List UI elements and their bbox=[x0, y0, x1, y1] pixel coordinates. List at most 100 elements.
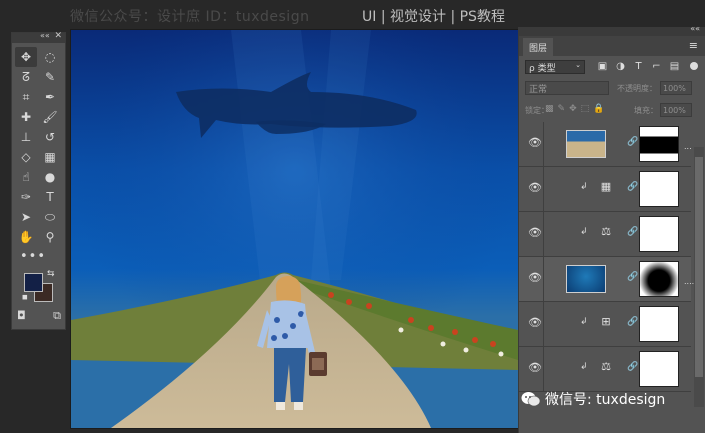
default-colors-icon[interactable]: ◼ bbox=[22, 293, 28, 301]
adjustment-layer-icon: ⚖ bbox=[601, 360, 611, 373]
clone-stamp-icon[interactable]: ⊥ bbox=[15, 127, 37, 147]
layer-mask-thumbnail[interactable] bbox=[639, 216, 679, 252]
layer-thumbnail bbox=[566, 265, 606, 293]
mask-link-icon[interactable]: 🔗 bbox=[627, 227, 638, 237]
layer-mask-thumbnail[interactable] bbox=[639, 261, 679, 297]
collapse-icon[interactable]: «« bbox=[40, 31, 50, 40]
clipping-mask-icon: ↲ bbox=[580, 182, 588, 192]
filter-icons: ▣ ◑ T ⌐ ▤ bbox=[597, 61, 680, 72]
layer-row[interactable]: 👁 ↲ ⚖ 🔗 bbox=[519, 347, 691, 392]
opacity-field[interactable]: 100% bbox=[660, 81, 692, 95]
layer-list: 👁 🔗... 👁 ↲ ▦ 🔗 👁 ↲ ⚖ 🔗 👁 🔗.... 👁 ↲ ⊞ 🔗 👁 ↲ ⚖ 🔗 bbox=[519, 122, 694, 422]
layer-name[interactable]: ... bbox=[684, 142, 692, 151]
layer-row[interactable]: 👁 🔗... bbox=[519, 122, 692, 167]
collapse-icon[interactable]: «« bbox=[690, 24, 700, 33]
visibility-eye-icon[interactable]: 👁 bbox=[528, 181, 542, 194]
visibility-eye-icon[interactable]: 👁 bbox=[528, 226, 542, 239]
fill-label: 填充： bbox=[634, 106, 658, 115]
lock-row: 锁定： ▩ ✎ ✥ ⬚ 🔒 填充： 100% bbox=[519, 100, 705, 122]
bottom-watermark-text: 微信号: tuxdesign bbox=[545, 392, 666, 408]
panel-menu-icon[interactable]: ≡ bbox=[689, 39, 698, 52]
close-icon[interactable]: ✕ bbox=[54, 31, 62, 41]
layers-scroll-thumb[interactable] bbox=[695, 157, 703, 377]
bottom-watermark: 微信号: tuxdesign bbox=[521, 389, 665, 409]
crop-icon[interactable]: ⌗ bbox=[15, 87, 37, 107]
layer-row[interactable]: 👁 ↲ ⊞ 🔗 bbox=[519, 302, 691, 347]
path-select-icon[interactable]: ➤ bbox=[15, 207, 37, 227]
layer-name[interactable]: .... bbox=[684, 277, 694, 286]
adjustment-layer-icon: ⚖ bbox=[601, 225, 611, 238]
layer-row[interactable]: 👁 ↲ ⚖ 🔗 bbox=[519, 212, 691, 257]
move-tool-icon[interactable]: ✥ bbox=[15, 47, 37, 67]
eye-divider bbox=[543, 347, 544, 391]
adjustment-filter-icon[interactable]: ◑ bbox=[615, 61, 626, 72]
blend-row: 正常 不透明度： 100% bbox=[519, 78, 705, 100]
lasso-icon[interactable]: ᘔ bbox=[15, 67, 37, 87]
layer-row[interactable]: 👁 ↲ ▦ 🔗 bbox=[519, 167, 691, 212]
elliptical-marquee-icon[interactable]: ◌ bbox=[39, 47, 61, 67]
layers-panel-topstrip: «« bbox=[519, 24, 705, 36]
opacity-label: 不透明度： bbox=[617, 84, 657, 93]
visibility-eye-icon[interactable]: 👁 bbox=[528, 136, 542, 149]
filter-toggle[interactable] bbox=[690, 62, 698, 70]
mask-link-icon[interactable]: 🔗 bbox=[627, 137, 638, 147]
visibility-eye-icon[interactable]: 👁 bbox=[528, 271, 542, 284]
gradient-icon[interactable]: ▦ bbox=[39, 147, 61, 167]
layer-mask-thumbnail[interactable] bbox=[639, 126, 679, 162]
lock-icons: ▩ ✎ ✥ ⬚ 🔒 bbox=[545, 104, 604, 114]
document-canvas[interactable] bbox=[70, 29, 519, 429]
eyedropper-icon[interactable]: ✒ bbox=[39, 87, 61, 107]
tool-bottom-row: ◘ ⧉ bbox=[17, 309, 61, 323]
layers-scrollbar[interactable] bbox=[694, 147, 704, 407]
filter-kind-select[interactable]: ρ 类型 ⌄ bbox=[525, 60, 585, 74]
lock-transparency-icon[interactable]: ▩ bbox=[545, 104, 554, 114]
shape-filter-icon[interactable]: ⌐ bbox=[651, 61, 662, 72]
more-tools-icon[interactable]: ••• bbox=[12, 247, 65, 264]
quick-mask-icon[interactable]: ◘ bbox=[17, 309, 26, 323]
history-brush-icon[interactable]: ↺ bbox=[39, 127, 61, 147]
mask-link-icon[interactable]: 🔗 bbox=[627, 272, 638, 282]
lock-pixels-icon[interactable]: ✎ bbox=[558, 104, 566, 114]
type-filter-icon[interactable]: T bbox=[633, 61, 644, 72]
eraser-icon[interactable]: ◇ bbox=[15, 147, 37, 167]
layer-mask-thumbnail[interactable] bbox=[639, 171, 679, 207]
dodge-icon[interactable]: ● bbox=[39, 167, 61, 187]
filter-row: ρ 类型 ⌄ ▣ ◑ T ⌐ ▤ bbox=[519, 56, 705, 78]
eye-divider bbox=[543, 257, 544, 301]
lock-position-icon[interactable]: ✥ bbox=[569, 104, 577, 114]
smart-object-filter-icon[interactable]: ▤ bbox=[669, 61, 680, 72]
zoom-icon[interactable]: ⚲ bbox=[39, 227, 61, 247]
layer-mask-thumbnail[interactable] bbox=[639, 351, 679, 387]
tab-layers[interactable]: 图层 bbox=[523, 38, 553, 56]
lock-artboard-icon[interactable]: ⬚ bbox=[581, 104, 590, 114]
visibility-eye-icon[interactable]: 👁 bbox=[528, 316, 542, 329]
mask-link-icon[interactable]: 🔗 bbox=[627, 362, 638, 372]
visibility-eye-icon[interactable]: 👁 bbox=[528, 361, 542, 374]
healing-brush-icon[interactable]: ✚ bbox=[15, 107, 37, 127]
layer-row[interactable]: 👁 🔗.... bbox=[519, 257, 694, 302]
fill-field[interactable]: 100% bbox=[660, 103, 692, 117]
canvas-image bbox=[71, 30, 518, 428]
foreground-color-swatch[interactable] bbox=[24, 273, 43, 292]
eye-divider bbox=[543, 122, 544, 166]
screen-mode-icon[interactable]: ⧉ bbox=[53, 309, 61, 323]
lock-all-icon[interactable]: 🔒 bbox=[593, 104, 604, 114]
mask-link-icon[interactable]: 🔗 bbox=[627, 182, 638, 192]
layers-footer bbox=[519, 407, 705, 433]
pixel-filter-icon[interactable]: ▣ bbox=[597, 61, 608, 72]
eye-divider bbox=[543, 167, 544, 211]
tools-panel: «« ✕ ✥ ◌ ᘔ ✎ ⌗ ✒ ✚ 🖌 ⊥ ↺ ◇ ▦ ☝ ● ✑ T ➤ ⬭ ✋ ⚲ ••• ⇆ ◼ ◘ ⧉ bbox=[11, 31, 66, 330]
hand-icon[interactable]: ✋ bbox=[15, 227, 37, 247]
clipping-mask-icon: ↲ bbox=[580, 227, 588, 237]
smudge-icon[interactable]: ☝ bbox=[15, 167, 37, 187]
layers-tabbar: 图层 ≡ bbox=[519, 36, 705, 56]
mask-link-icon[interactable]: 🔗 bbox=[627, 317, 638, 327]
swap-colors-icon[interactable]: ⇆ bbox=[47, 269, 55, 279]
layer-mask-thumbnail[interactable] bbox=[639, 306, 679, 342]
ellipse-shape-icon[interactable]: ⬭ bbox=[39, 207, 61, 227]
type-icon[interactable]: T bbox=[39, 187, 61, 207]
quick-select-icon[interactable]: ✎ bbox=[39, 67, 61, 87]
brush-icon[interactable]: 🖌 bbox=[39, 107, 61, 127]
pen-icon[interactable]: ✑ bbox=[15, 187, 37, 207]
blend-mode-select[interactable]: 正常 bbox=[525, 81, 609, 95]
